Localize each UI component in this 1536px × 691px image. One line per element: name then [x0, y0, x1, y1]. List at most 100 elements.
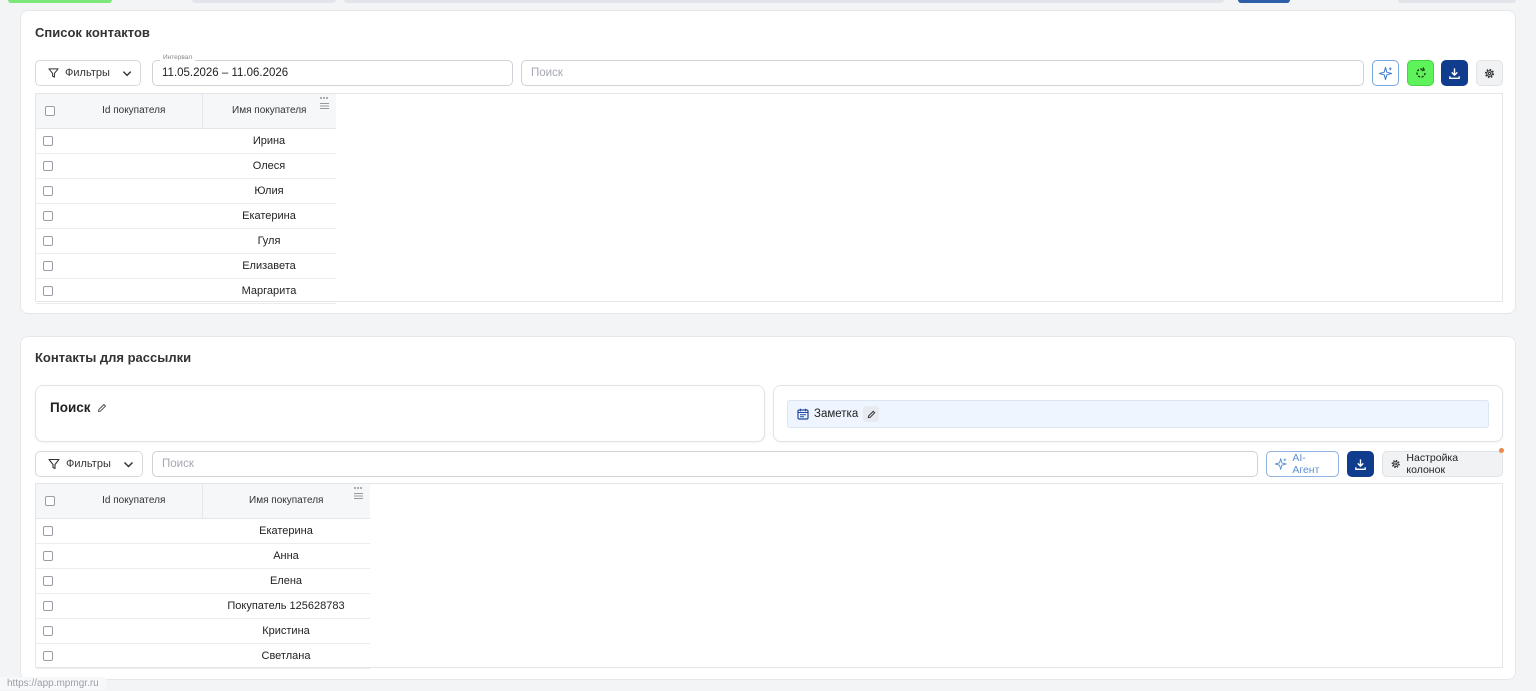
row-checkbox[interactable]: [43, 575, 53, 586]
column-header-name[interactable]: Имя покупателя: [202, 94, 336, 129]
filters-button[interactable]: Фильтры: [35, 451, 143, 477]
table-row[interactable]: Анна: [36, 543, 370, 569]
mailing-panel: Контакты для рассылки Поиск Заметка Филь…: [20, 336, 1516, 680]
column-header-name[interactable]: Имя покупателя: [202, 484, 370, 519]
id-cell: [66, 253, 202, 279]
id-cell: [66, 518, 202, 544]
search-card: Поиск: [35, 385, 765, 442]
row-checkbox[interactable]: [43, 135, 53, 146]
download-icon: [1449, 67, 1460, 79]
gear-icon: [1484, 68, 1495, 78]
id-cell: [66, 153, 202, 179]
table-row[interactable]: Екатерина: [36, 518, 370, 544]
id-cell: [66, 618, 202, 644]
row-checkbox[interactable]: [43, 550, 53, 561]
id-cell: [66, 178, 202, 204]
select-all-checkbox[interactable]: [45, 105, 55, 116]
name-cell: Анна: [202, 543, 370, 569]
row-checkbox[interactable]: [43, 185, 53, 196]
filters-label: Фильтры: [65, 67, 110, 79]
id-cell: [66, 543, 202, 569]
table-row[interactable]: Кристина: [36, 618, 370, 644]
more-icon[interactable]: [353, 486, 363, 490]
note-label: Заметка: [814, 408, 859, 420]
download-button[interactable]: [1441, 60, 1468, 86]
name-cell: Екатерина: [202, 203, 336, 229]
row-checkbox[interactable]: [43, 600, 53, 611]
table-row[interactable]: Олеся: [36, 153, 336, 179]
search-card-title-text: Поиск: [50, 400, 91, 415]
note-bar[interactable]: Заметка: [787, 400, 1489, 428]
columns-settings-label: Настройка колонок: [1406, 452, 1459, 476]
table-header-row: Id покупателя Имя покупателя: [36, 484, 370, 519]
table-row[interactable]: Маргарита: [36, 278, 336, 304]
settings-button[interactable]: [1476, 60, 1503, 86]
row-checkbox[interactable]: [43, 625, 53, 636]
table-row[interactable]: Светлана: [36, 643, 370, 669]
row-checkbox[interactable]: [43, 210, 53, 221]
table-row[interactable]: Екатерина: [36, 203, 336, 229]
row-checkbox[interactable]: [43, 285, 53, 296]
ai-button[interactable]: [1372, 60, 1399, 86]
row-checkbox[interactable]: [43, 160, 53, 171]
panel-title: Список контактов: [35, 25, 150, 40]
ai-agent-button[interactable]: AI-Агент: [1266, 451, 1339, 477]
search-input[interactable]: [162, 452, 1248, 476]
name-cell: Ирина: [202, 128, 336, 154]
interval-value: 11.05.2026 – 11.06.2026: [162, 67, 289, 79]
table-row[interactable]: Елена: [36, 568, 370, 594]
id-cell: [66, 593, 202, 619]
row-checkbox[interactable]: [43, 525, 53, 536]
name-cell: Светлана: [202, 643, 370, 669]
table-header-row: Id покупателя Имя покупателя: [36, 94, 336, 129]
id-cell: [66, 643, 202, 669]
refresh-button[interactable]: [1407, 60, 1434, 86]
chevron-down-icon: [123, 461, 133, 468]
more-icon[interactable]: [319, 96, 329, 100]
id-cell: [66, 228, 202, 254]
menu-icon[interactable]: [353, 492, 363, 500]
row-checkbox[interactable]: [43, 650, 53, 661]
download-button[interactable]: [1347, 451, 1374, 477]
name-cell: Покупатель 125628783: [202, 593, 370, 619]
contacts-grid: Id покупателя Имя покупателя Ирина Олеся…: [35, 93, 1503, 304]
menu-icon[interactable]: [319, 102, 329, 110]
table-row[interactable]: Юлия: [36, 178, 336, 204]
table-row[interactable]: Гуля: [36, 228, 336, 254]
table-row[interactable]: Покупатель 125628783: [36, 593, 370, 619]
chevron-down-icon: [122, 70, 132, 76]
column-header-id[interactable]: Id покупателя: [66, 484, 203, 519]
name-cell: Юлия: [202, 178, 336, 204]
ai-agent-label: AI-Агент: [1292, 452, 1320, 476]
download-icon: [1355, 458, 1366, 470]
status-url: https://app.mpmgr.ru: [0, 677, 106, 690]
name-cell: Елена: [202, 568, 370, 594]
notification-dot: [1499, 448, 1504, 453]
mailing-grid: Id покупателя Имя покупателя Екатерина А…: [35, 483, 1503, 669]
name-cell: Гуля: [202, 228, 336, 254]
table-row[interactable]: Ирина: [36, 128, 336, 154]
search-field[interactable]: [521, 60, 1364, 86]
interval-label: Интервал: [160, 54, 196, 61]
note-card: Заметка: [773, 385, 1503, 442]
columns-settings-button[interactable]: Настройка колонок: [1382, 451, 1503, 477]
id-cell: [66, 203, 202, 229]
search-field[interactable]: [152, 451, 1258, 477]
top-toolbar-remnant: [0, 0, 1536, 4]
name-cell: Маргарита: [202, 278, 336, 304]
interval-field[interactable]: Интервал 11.05.2026 – 11.06.2026: [152, 54, 513, 86]
select-all-checkbox[interactable]: [45, 495, 55, 506]
table-row[interactable]: Елизавета: [36, 253, 336, 279]
search-input[interactable]: [531, 61, 1354, 85]
id-cell: [66, 278, 202, 304]
sparkle-icon: [1378, 66, 1393, 80]
filters-button[interactable]: Фильтры: [35, 60, 141, 86]
note-edit-button[interactable]: [863, 406, 880, 422]
name-cell: Олеся: [202, 153, 336, 179]
id-cell: [66, 568, 202, 594]
row-checkbox[interactable]: [43, 260, 53, 271]
column-header-id[interactable]: Id покупателя: [66, 94, 203, 129]
row-checkbox[interactable]: [43, 235, 53, 246]
pencil-icon[interactable]: [97, 403, 107, 413]
funnel-icon: [48, 68, 59, 78]
